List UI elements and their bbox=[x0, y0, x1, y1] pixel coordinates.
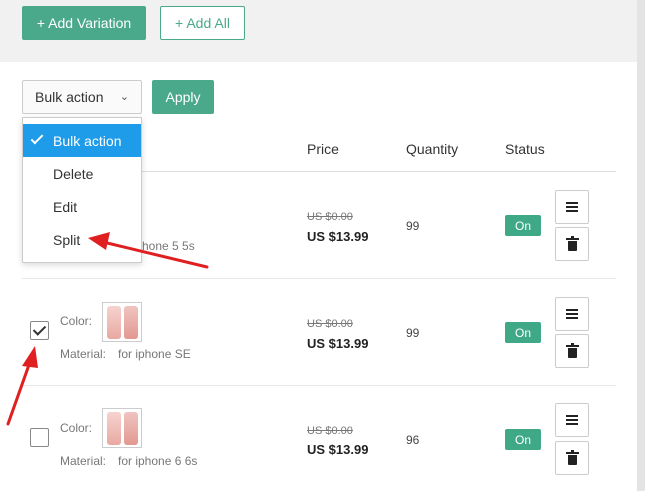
top-toolbar: + Add Variation + Add All bbox=[0, 0, 645, 62]
trash-icon bbox=[565, 449, 579, 465]
material-value: hone 5 5s bbox=[142, 239, 195, 253]
menu-icon bbox=[566, 202, 578, 212]
row-divider bbox=[22, 278, 616, 279]
bulk-action-dropdown: Bulk action Delete Edit Split bbox=[22, 117, 142, 263]
add-all-button[interactable]: + Add All bbox=[160, 6, 245, 40]
status-badge[interactable]: On bbox=[505, 429, 541, 450]
add-variation-button[interactable]: + Add Variation bbox=[22, 6, 146, 40]
price: US $13.99 bbox=[307, 442, 369, 457]
column-header-price: Price bbox=[307, 141, 339, 157]
quantity: 96 bbox=[406, 433, 420, 447]
row-checkbox[interactable] bbox=[30, 428, 49, 447]
dropdown-item-bulk-action[interactable]: Bulk action bbox=[23, 124, 141, 157]
dropdown-item-delete[interactable]: Delete bbox=[23, 157, 141, 190]
material-label: Material: bbox=[60, 347, 107, 361]
status-badge[interactable]: On bbox=[505, 322, 541, 343]
old-price: US $0.00 bbox=[307, 318, 353, 330]
phone-image bbox=[107, 412, 121, 445]
check-icon bbox=[30, 131, 44, 145]
old-price: US $0.00 bbox=[307, 425, 353, 437]
color-label: Color: bbox=[60, 421, 93, 435]
menu-button[interactable] bbox=[555, 403, 589, 437]
column-header-status: Status bbox=[505, 141, 545, 157]
dropdown-item-label: Split bbox=[53, 231, 81, 248]
variation-thumbnail[interactable] bbox=[102, 408, 142, 448]
delete-button[interactable] bbox=[555, 441, 589, 475]
old-price: US $0.00 bbox=[307, 211, 353, 223]
phone-image bbox=[107, 306, 121, 339]
material-label: Material: bbox=[60, 454, 107, 468]
variation-thumbnail[interactable] bbox=[102, 302, 142, 342]
row-checkbox[interactable] bbox=[30, 321, 49, 340]
material-value: for iphone SE bbox=[118, 347, 191, 361]
price: US $13.99 bbox=[307, 336, 369, 351]
material-value: for iphone 6 6s bbox=[118, 454, 198, 468]
dropdown-item-label: Edit bbox=[53, 198, 78, 215]
delete-button[interactable] bbox=[555, 227, 589, 261]
bulk-action-select[interactable]: Bulk action ⌄ bbox=[22, 80, 142, 114]
price: US $13.99 bbox=[307, 229, 369, 244]
trash-icon bbox=[565, 235, 579, 251]
phone-image bbox=[124, 306, 138, 339]
quantity: 99 bbox=[406, 219, 420, 233]
scroll-gutter bbox=[637, 0, 645, 491]
chevron-down-icon: ⌄ bbox=[119, 91, 129, 103]
quantity: 99 bbox=[406, 326, 420, 340]
bulk-action-select-value: Bulk action bbox=[35, 89, 104, 105]
dropdown-item-label: Bulk action bbox=[53, 132, 122, 149]
color-label: Color: bbox=[60, 314, 93, 328]
phone-image bbox=[124, 412, 138, 445]
row-divider bbox=[22, 385, 616, 386]
menu-button[interactable] bbox=[555, 297, 589, 331]
status-badge[interactable]: On bbox=[505, 215, 541, 236]
delete-button[interactable] bbox=[555, 334, 589, 368]
column-header-quantity: Quantity bbox=[406, 141, 459, 157]
trash-icon bbox=[565, 342, 579, 358]
dropdown-item-edit[interactable]: Edit bbox=[23, 190, 141, 223]
apply-button[interactable]: Apply bbox=[152, 80, 214, 114]
menu-button[interactable] bbox=[555, 190, 589, 224]
dropdown-item-label: Delete bbox=[53, 165, 94, 182]
dropdown-item-split[interactable]: Split bbox=[23, 223, 141, 256]
menu-icon bbox=[566, 415, 578, 425]
menu-icon bbox=[566, 309, 578, 319]
